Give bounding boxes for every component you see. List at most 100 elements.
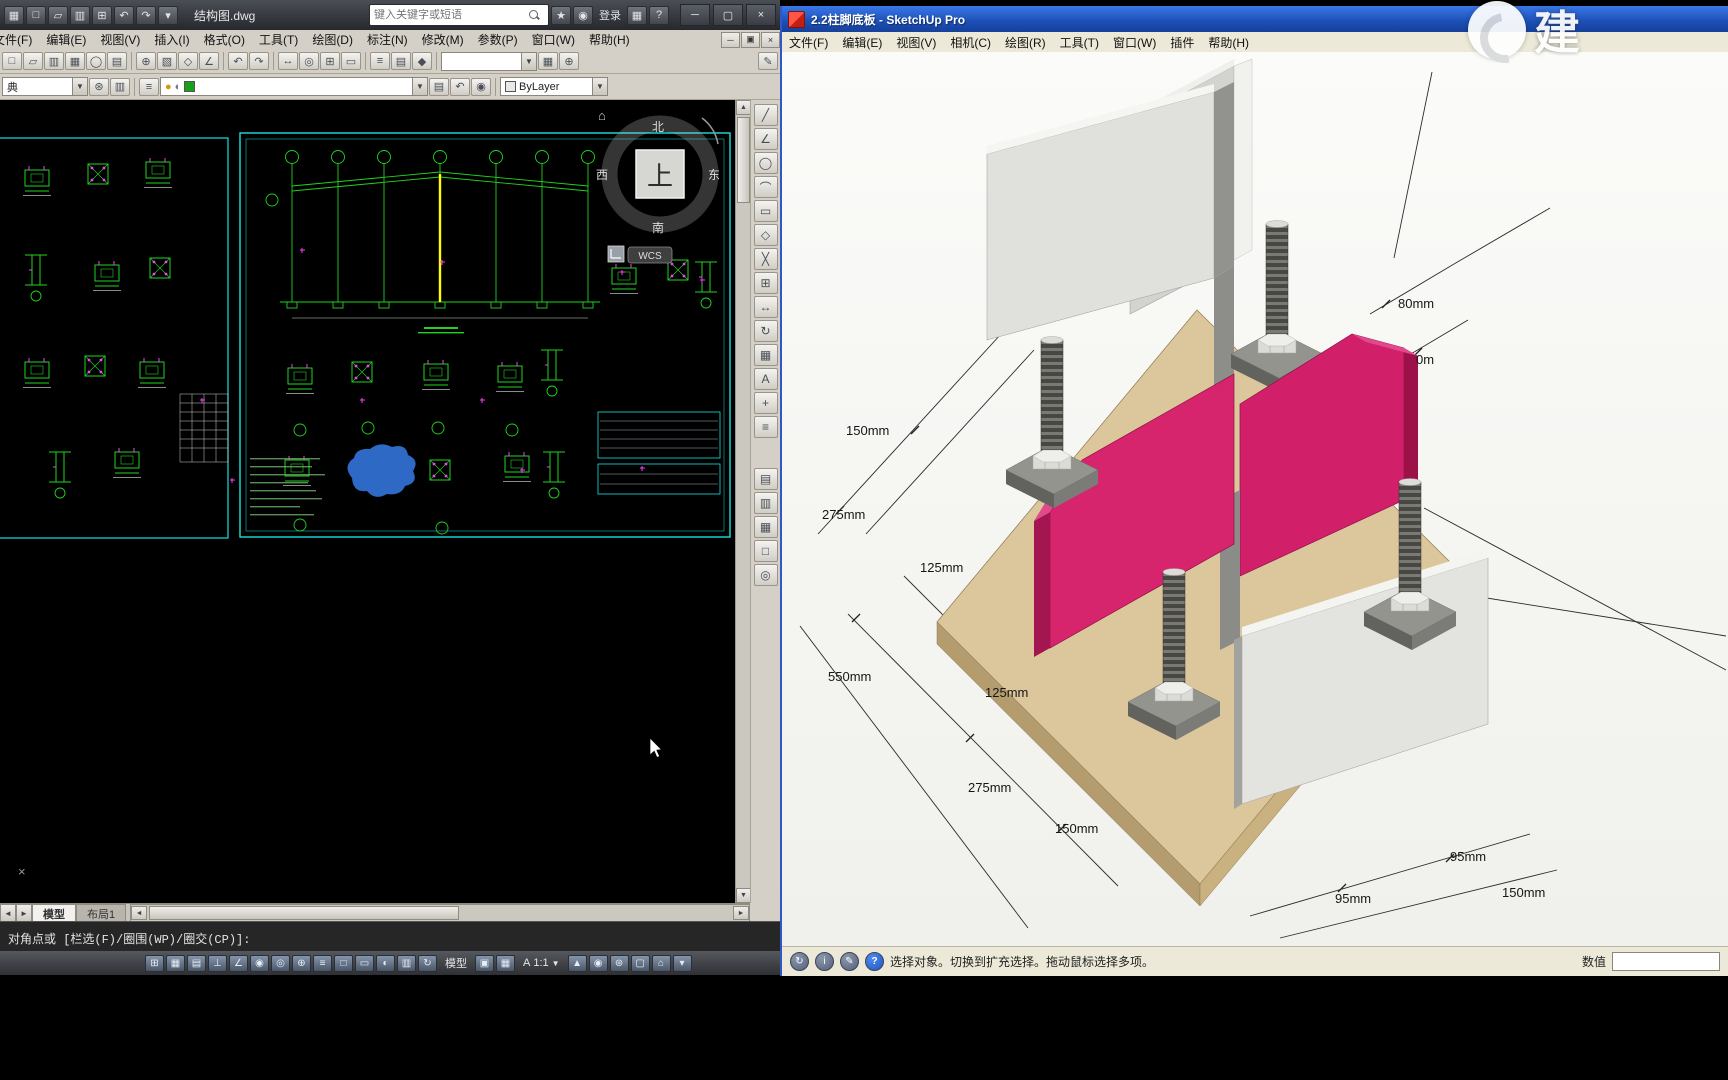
layer-properties-icon[interactable]: ≡ [139,78,159,96]
menu-tools[interactable]: 工具(T) [252,31,305,48]
tb-zoom-window-icon[interactable]: ⊞ [320,52,340,70]
tb-preview-icon[interactable]: ◯ [86,52,106,70]
cmd-close-icon[interactable]: × [18,864,26,879]
menu-window[interactable]: 窗口(W) [525,31,582,48]
vscroll-thumb[interactable] [737,117,750,203]
drawing-canvas[interactable]: 上 北 南 西 东 ⌂ WCS × [0,100,735,903]
osnap3d-toggle[interactable]: ◎ [271,955,290,972]
workspace-settings-icon[interactable]: ⊛ [89,78,109,96]
compass-east[interactable]: 东 [708,168,720,182]
compass-west[interactable]: 西 [596,168,608,182]
qat-redo-icon[interactable]: ↷ [136,6,156,25]
tb-save-icon[interactable]: ▥ [44,52,64,70]
cleanscreen-icon[interactable]: ⌂ [652,955,671,972]
autoscale-icon[interactable]: ◉ [589,955,608,972]
sk-menu-plugins[interactable]: 插件 [1163,34,1201,51]
tb-open-icon[interactable]: ▱ [23,52,43,70]
tb-undo-icon[interactable]: ↶ [228,52,248,70]
draw-circle-icon[interactable]: ◯ [754,152,778,174]
claim-icon[interactable]: ✎ [840,952,859,971]
tb-designcenter-icon[interactable]: ▤ [391,52,411,70]
layer-tool-5-icon[interactable]: ◎ [754,564,778,586]
signin-label[interactable]: 登录 [595,7,625,23]
hscroll-thumb[interactable] [149,906,459,920]
scroll-up-icon[interactable]: ▲ [736,100,751,115]
grid-toggle[interactable]: ▤ [187,955,206,972]
snap-toggle[interactable]: ▦ [166,955,185,972]
sk-menu-window[interactable]: 窗口(W) [1106,34,1163,51]
menu-parametric[interactable]: 参数(P) [471,31,525,48]
scroll-right-icon[interactable]: ► [733,906,749,920]
qat-save-icon[interactable]: ▥ [70,6,90,25]
wcs-indicator[interactable]: WCS [608,246,672,263]
menu-edit[interactable]: 编辑(E) [39,31,93,48]
home-icon[interactable]: ⌂ [598,108,606,123]
modify-mirror-icon[interactable]: ↔ [754,296,778,318]
qat-open-icon[interactable]: ▱ [48,6,68,25]
workspace-save-icon[interactable]: ▥ [110,78,130,96]
sk-menu-file[interactable]: 文件(F) [782,34,835,51]
account-icon[interactable]: ◉ [573,6,593,25]
draw-polygon-icon[interactable]: ◇ [754,224,778,246]
tb-redo-icon[interactable]: ↷ [249,52,269,70]
tb-calc-icon[interactable]: ⊕ [559,52,579,70]
tb-cut-icon[interactable]: ⊕ [136,52,156,70]
draw-polyline-icon[interactable]: ∠ [754,128,778,150]
menu-insert[interactable]: 插入(I) [147,31,196,48]
star-icon[interactable]: ★ [551,6,571,25]
selection-cycling-toggle[interactable]: ↻ [418,955,437,972]
vertical-scrollbar[interactable]: ▲ ▼ [735,100,750,903]
menu-help[interactable]: 帮助(H) [582,31,637,48]
polar-toggle[interactable]: ∠ [229,955,248,972]
style-dropdown[interactable]: ▼ [441,52,537,71]
draw-rectangle-icon[interactable]: ▭ [754,200,778,222]
transparency-toggle[interactable]: ◐ [376,955,395,972]
help-status-icon[interactable]: ? [865,952,884,971]
menu-view[interactable]: 视图(V) [93,31,147,48]
menu-format[interactable]: 格式(O) [197,31,252,48]
scroll-left-icon[interactable]: ◄ [131,906,147,920]
qat-dropdown-icon[interactable]: ▾ [158,6,178,25]
scroll-down-icon[interactable]: ▼ [736,888,751,903]
tb-publish-icon[interactable]: ▤ [107,52,127,70]
lineweight-toggle[interactable]: ▭ [355,955,374,972]
anchor-bolt-1[interactable] [1006,337,1098,509]
quick-view-drawings-icon[interactable]: ▦ [496,955,515,972]
layer-prev-icon[interactable]: ↶ [450,78,470,96]
minimize-button[interactable]: ─ [680,4,710,26]
menu-file[interactable]: 文件(F) [0,31,39,48]
layer-tool-3-icon[interactable]: ▦ [754,516,778,538]
tb-matchprop-icon[interactable]: ∠ [199,52,219,70]
doc-close-button[interactable]: × [761,32,780,48]
status-menu-icon[interactable]: ▾ [673,955,692,972]
horizontal-scrollbar[interactable]: ◄ ► [130,904,750,922]
tb-copy-icon[interactable]: ▧ [157,52,177,70]
draw-arc-icon[interactable]: ⌒ [754,176,778,198]
annotation-scale-button[interactable]: A 1:1 ▼ [517,957,566,969]
tab-layout1[interactable]: 布局1 [76,904,126,922]
help-icon[interactable]: ? [649,6,669,25]
modify-offset-icon[interactable]: ≡ [754,416,778,438]
qat-undo-icon[interactable]: ↶ [114,6,134,25]
ducs-toggle[interactable]: ≡ [313,955,332,972]
tab-nav-last-icon[interactable]: ► [16,904,32,922]
sk-menu-help[interactable]: 帮助(H) [1201,34,1256,51]
workspace-switch-icon[interactable]: ⊛ [610,955,629,972]
lock-ui-icon[interactable]: ▢ [631,955,650,972]
annotation-visibility-icon[interactable]: ▲ [568,955,587,972]
model-viewport[interactable]: 80mm 0m 150mm 275mm 125mm 550mm 125mm 27… [782,52,1728,946]
revision-cloud[interactable] [347,444,415,496]
layer-isolate-icon[interactable]: ◉ [471,78,491,96]
osnap-toggle[interactable]: ◉ [250,955,269,972]
doc-minimize-button[interactable]: ─ [721,32,740,48]
sk-menu-tools[interactable]: 工具(T) [1053,34,1106,51]
draw-hatch-icon[interactable]: ▦ [754,344,778,366]
modify-rotate-icon[interactable]: ↻ [754,320,778,342]
menu-dimension[interactable]: 标注(N) [360,31,415,48]
modify-copy-icon[interactable]: ⊞ [754,272,778,294]
tb-new-icon[interactable]: □ [2,52,22,70]
color-dropdown[interactable]: ByLayer ▼ [500,77,608,96]
tb-zoom-realtime-icon[interactable]: ◎ [299,52,319,70]
tab-model[interactable]: 模型 [32,904,76,922]
menu-modify[interactable]: 修改(M) [415,31,471,48]
